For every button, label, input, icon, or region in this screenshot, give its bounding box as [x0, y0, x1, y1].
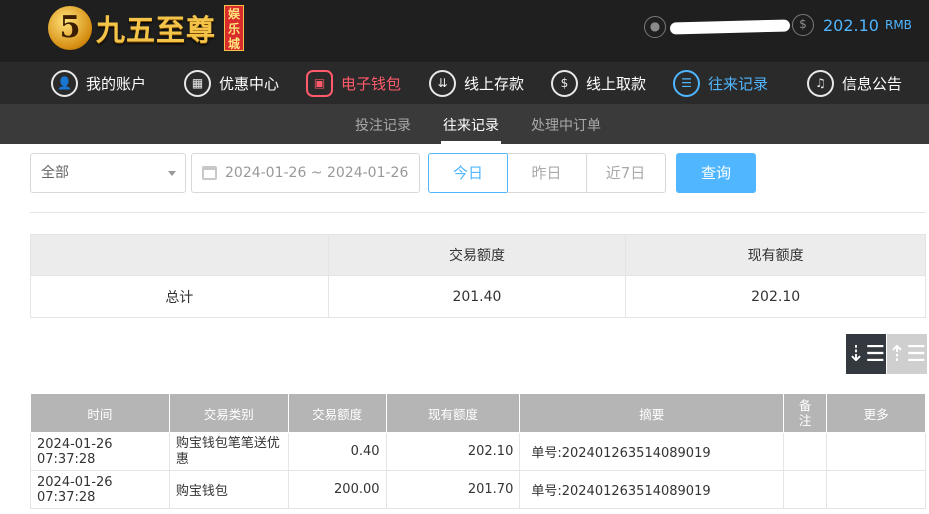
nav-my-account[interactable]: 👤 我的账户	[51, 68, 146, 98]
active-subtab-underline	[441, 141, 501, 144]
col-remark[interactable]: 备注	[783, 393, 828, 433]
nav-label: 线上存款	[464, 74, 525, 93]
nav-label: 线上取款	[586, 74, 647, 93]
site-logo[interactable]: 5 九五至尊 娱乐城	[48, 2, 245, 54]
nav-announcements[interactable]: ♫ 信息公告	[807, 68, 902, 98]
sort-desc-icon[interactable]: ⇣☰	[846, 334, 886, 374]
main-nav: 👤 我的账户 ▦ 优惠中心 ▣ 电子钱包 ⇊ 线上存款 $ 线上取款 ☰ 往来记…	[0, 62, 929, 104]
cell-amount: 0.40	[287, 432, 387, 471]
summary-total-row: 总计 201.40 202.10	[30, 275, 926, 318]
cell-balance: 202.10	[385, 432, 521, 471]
bell-icon: ♫	[807, 69, 834, 97]
type-select-value: 全部	[41, 165, 69, 181]
records-icon: ☰	[673, 69, 700, 97]
col-time[interactable]: 时间	[30, 393, 170, 433]
subtab-bet-records[interactable]: 投注记录	[355, 115, 411, 135]
withdraw-icon: $	[551, 69, 578, 97]
records-header-row: 时间 交易类别 交易额度 现有额度 摘要 备注 更多	[30, 393, 926, 433]
user-icon: 👤	[51, 69, 78, 97]
summary-total-balance: 202.10	[625, 275, 926, 318]
summary-header-amount: 交易额度	[327, 234, 627, 276]
col-type[interactable]: 交易类别	[168, 393, 289, 433]
summary-table: 交易额度 现有额度 总计 201.40 202.10	[30, 234, 926, 318]
username-redacted	[669, 19, 791, 35]
gift-icon: ▦	[184, 69, 211, 97]
calendar-icon	[202, 166, 217, 180]
cell-remark	[783, 432, 828, 471]
nav-label: 我的账户	[86, 74, 147, 93]
subtab-transaction-records[interactable]: 往来记录	[443, 115, 499, 135]
logo-text: 九五至尊	[96, 13, 217, 47]
summary-header-empty	[30, 234, 329, 276]
date-range-value: 2024-01-26 ~ 2024-01-26	[225, 165, 409, 181]
table-row: 2024-01-26 07:37:28 购宝钱包笔笔送优惠 0.40 202.1…	[30, 432, 926, 471]
sort-asc-icon[interactable]: ⇡☰	[887, 334, 927, 374]
table-row: 2024-01-26 07:37:28 购宝钱包 200.00 201.70 单…	[30, 470, 926, 509]
cell-type: 购宝钱包笔笔送优惠	[168, 432, 289, 471]
wallet-icon: ▣	[306, 69, 333, 97]
dollar-icon: $	[792, 14, 814, 36]
summary-header-row: 交易额度 现有额度	[30, 234, 926, 276]
quick-today-button[interactable]: 今日	[428, 153, 508, 193]
nav-online-deposit[interactable]: ⇊ 线上存款	[429, 68, 524, 98]
cell-time: 2024-01-26 07:37:28	[30, 470, 170, 509]
summary-total-amount: 201.40	[327, 275, 627, 318]
col-more[interactable]: 更多	[826, 393, 926, 433]
cell-summary: 单号:202401263514089019	[519, 470, 785, 509]
cell-remark	[783, 470, 828, 509]
col-balance[interactable]: 现有额度	[385, 393, 521, 433]
cell-more[interactable]	[826, 470, 926, 509]
subtab-pending-orders[interactable]: 处理中订单	[531, 115, 601, 135]
summary-total-label: 总计	[30, 275, 329, 318]
quick-yesterday-button[interactable]: 昨日	[507, 153, 587, 193]
col-summary[interactable]: 摘要	[519, 393, 785, 433]
type-select[interactable]: 全部	[30, 153, 186, 193]
cell-summary: 单号:202401263514089019	[519, 432, 785, 471]
logo-tag: 娱乐城	[224, 5, 245, 51]
query-button[interactable]: 查询	[676, 153, 756, 193]
nav-label: 信息公告	[842, 74, 903, 93]
nav-e-wallet[interactable]: ▣ 电子钱包	[306, 68, 401, 98]
quick-last7days-button[interactable]: 近7日	[586, 153, 666, 193]
user-account-area[interactable]: ●	[644, 14, 791, 40]
nav-label: 优惠中心	[219, 74, 280, 93]
logo-mark: 5	[48, 6, 92, 50]
col-amount[interactable]: 交易额度	[287, 393, 387, 433]
user-avatar-icon: ●	[644, 16, 666, 38]
sub-nav: 投注记录 往来记录 处理中订单	[0, 104, 929, 144]
top-header: 5 九五至尊 娱乐城 ● $ 202.10 RMB	[0, 0, 929, 62]
filter-divider	[30, 212, 926, 213]
balance-display: $ 202.10 RMB	[792, 14, 912, 36]
date-range-input[interactable]: 2024-01-26 ~ 2024-01-26	[191, 153, 420, 193]
balance-unit: RMB	[884, 18, 912, 32]
cell-amount: 200.00	[287, 470, 387, 509]
nav-promotions[interactable]: ▦ 优惠中心	[184, 68, 279, 98]
nav-transaction-records[interactable]: ☰ 往来记录	[673, 68, 768, 98]
deposit-icon: ⇊	[429, 69, 456, 97]
cell-type: 购宝钱包	[168, 470, 289, 509]
cell-more[interactable]	[826, 432, 926, 471]
records-table: 时间 交易类别 交易额度 现有额度 摘要 备注 更多 2024-01-26 07…	[30, 393, 926, 509]
nav-label: 电子钱包	[341, 74, 402, 93]
summary-header-balance: 现有额度	[625, 234, 926, 276]
chevron-down-icon	[168, 171, 176, 176]
cell-time: 2024-01-26 07:37:28	[30, 432, 170, 471]
nav-online-withdraw[interactable]: $ 线上取款	[551, 68, 646, 98]
balance-value: 202.10	[823, 15, 879, 35]
nav-label: 往来记录	[708, 74, 769, 93]
cell-balance: 201.70	[385, 470, 521, 509]
